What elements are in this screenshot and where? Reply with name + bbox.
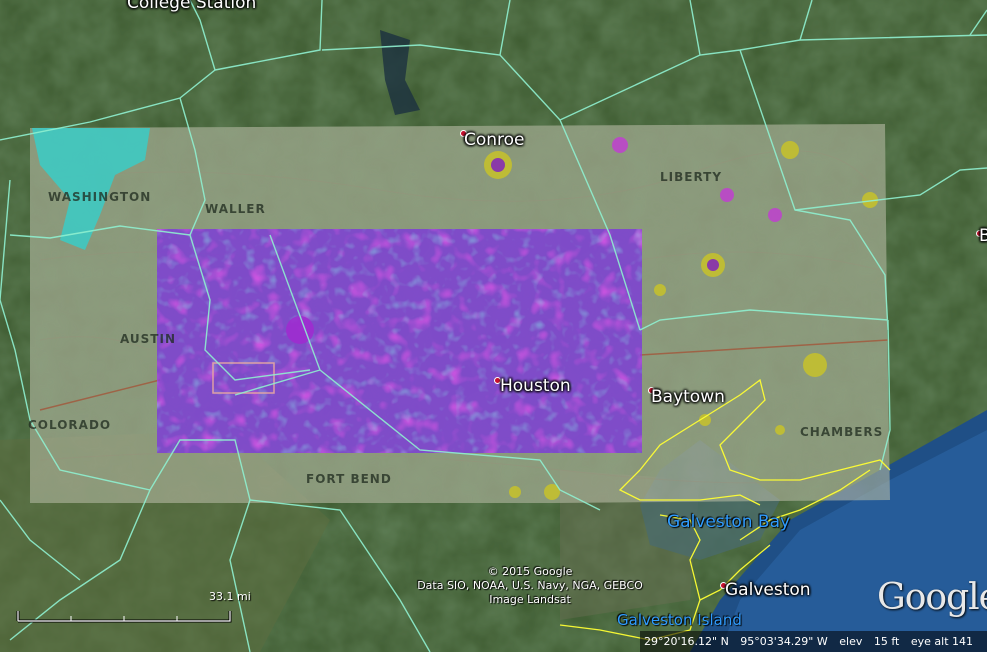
map-view[interactable]: WASHINGTON WALLER AUSTIN COLORADO FORT B… — [0, 0, 987, 652]
place-label-galveston[interactable]: Galveston — [725, 580, 811, 600]
water-label-galveston-bay[interactable]: Galveston Bay — [667, 512, 790, 532]
county-label-liberty: LIBERTY — [660, 170, 723, 184]
status-longitude: 95°03'34.29" W — [740, 635, 828, 648]
attribution-imagery: Image Landsat — [489, 593, 571, 606]
water-label-galveston-island[interactable]: Galveston Island — [617, 611, 742, 629]
status-elev-label: elev — [839, 635, 863, 648]
county-label-chambers: CHAMBERS — [800, 425, 884, 439]
place-label-college-station[interactable]: College Station — [127, 0, 256, 13]
scale-bar-label: 33.1 mi — [209, 590, 251, 603]
scale-bar — [16, 611, 232, 623]
place-label-edge[interactable]: B — [979, 226, 987, 246]
county-label-waller: WALLER — [205, 202, 266, 216]
satellite-imagery[interactable] — [0, 0, 987, 652]
county-label-fort-bend: FORT BEND — [306, 472, 392, 486]
google-logo: Google — [877, 577, 987, 618]
place-label-conroe[interactable]: Conroe — [464, 130, 525, 150]
place-label-houston[interactable]: Houston — [500, 376, 571, 396]
attribution-data: Data SIO, NOAA, U.S. Navy, NGA, GEBCO — [417, 579, 643, 592]
status-latitude: 29°20'16.12" N — [644, 635, 729, 648]
attribution-copyright: © 2015 Google — [487, 565, 573, 578]
county-label-colorado: COLORADO — [28, 418, 112, 432]
status-elev-value: 15 ft — [873, 635, 900, 648]
status-eye-alt: eye alt 141 — [910, 635, 974, 648]
place-label-baytown[interactable]: Baytown — [651, 387, 725, 407]
county-label-washington: WASHINGTON — [48, 190, 152, 204]
county-label-austin: AUSTIN — [120, 332, 176, 346]
map-attribution: © 2015 Google Data SIO, NOAA, U.S. Navy,… — [400, 565, 660, 607]
status-bar: 29°20'16.12" N 95°03'34.29" W elev 15 ft… — [640, 631, 987, 652]
